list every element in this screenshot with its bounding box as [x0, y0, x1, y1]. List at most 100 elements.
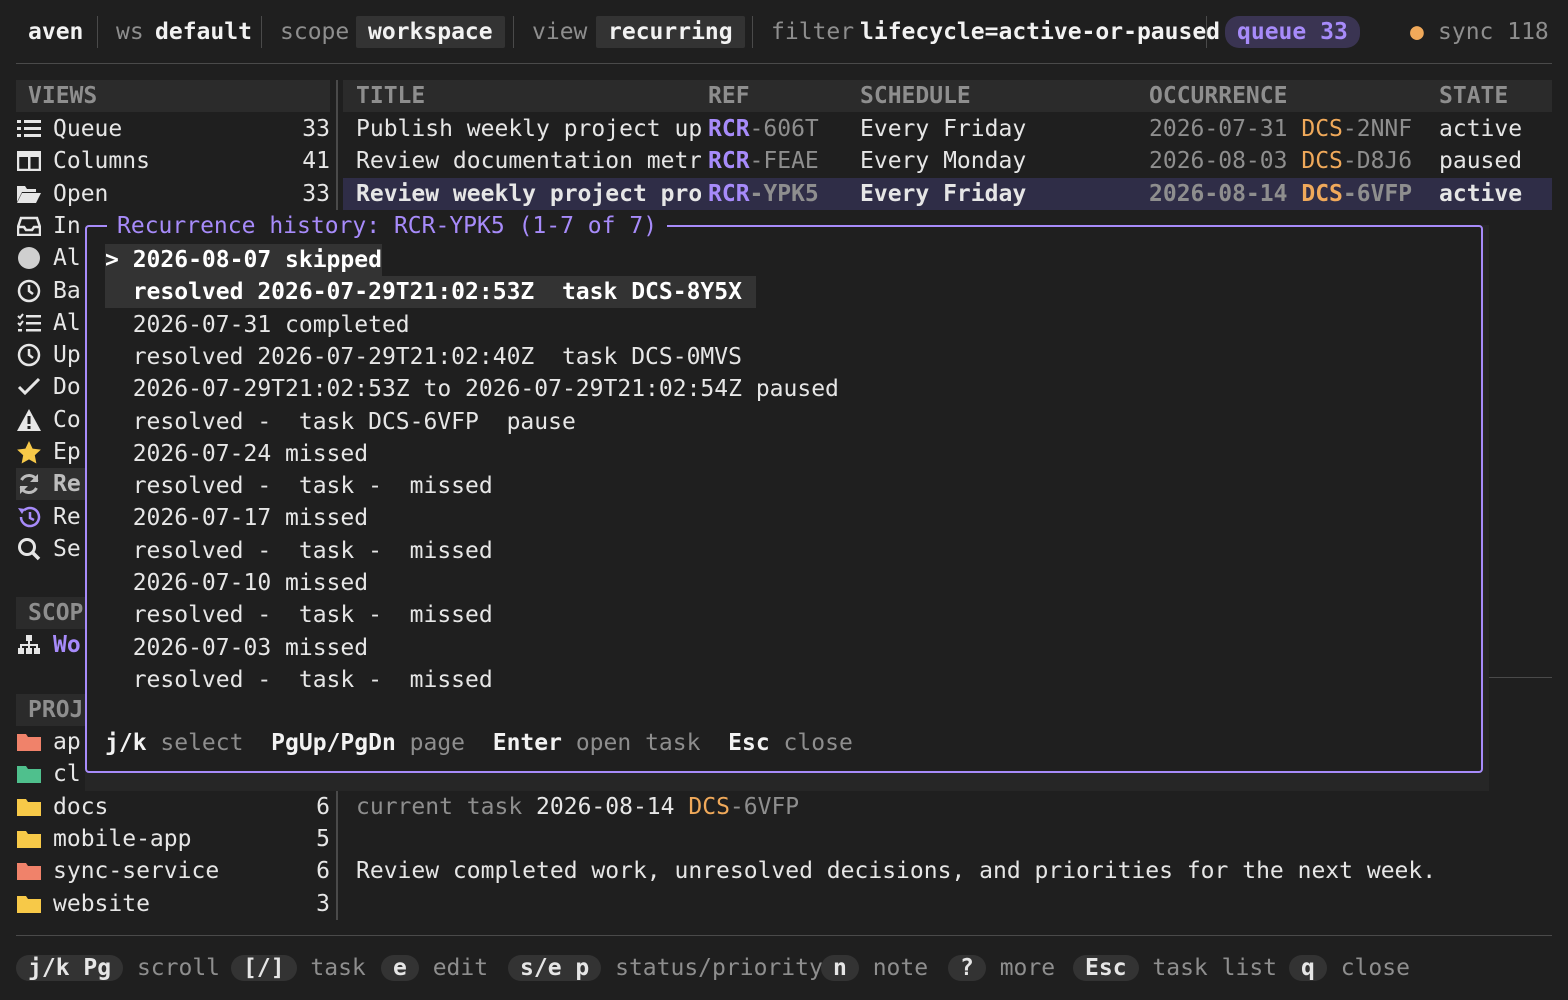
modal-title: Recurrence history: RCR-YPK5 (1-7 of 7): [107, 210, 668, 242]
sidebar-view-label: Queue: [53, 116, 123, 142]
history-entry[interactable]: 2026-07-24 missed: [105, 438, 368, 470]
project-count: 6: [316, 793, 330, 820]
checklist-icon: [16, 311, 42, 335]
project-item[interactable]: docs 6: [16, 791, 330, 823]
sidebar-view-0[interactable]: Queue 33: [16, 113, 330, 145]
sync-status: sync 118: [1438, 19, 1549, 45]
footer-key: s/e p: [508, 955, 602, 981]
footer-label: scroll: [123, 955, 221, 981]
clock-icon: [16, 279, 42, 303]
project-label: ap: [53, 729, 81, 755]
sidebar-view-label: In: [53, 212, 81, 239]
row-occurrence: 2026-07-31 DCS-2NNF: [1149, 116, 1413, 142]
app-name: aven: [28, 19, 84, 45]
history-entry[interactable]: 2026-07-31 completed: [105, 309, 410, 341]
history-entry[interactable]: resolved 2026-07-29T21:02:40Z task DCS-0…: [105, 341, 742, 373]
footer-label: task: [296, 955, 366, 981]
footer-hint[interactable]: Esc task list: [1073, 952, 1277, 984]
col-schedule[interactable]: SCHEDULE: [860, 80, 971, 112]
modal-hints: j/k select PgUp/PgDn page Enter open tas…: [105, 727, 853, 759]
row-state: active: [1439, 180, 1523, 207]
row-title: Publish weekly project upda: [356, 116, 701, 142]
row-title: Review documentation metric: [356, 148, 701, 175]
history-entry[interactable]: 2026-07-10 missed: [105, 567, 368, 599]
warning-icon: [16, 408, 42, 432]
sidebar-view-2[interactable]: Open 33: [16, 178, 330, 210]
list-icon: [16, 117, 42, 141]
view-value[interactable]: recurring: [596, 16, 745, 48]
table-row[interactable]: Review weekly project progr RCR-YPK5 Every…: [343, 177, 1552, 210]
queue-badge[interactable]: queue 33: [1225, 16, 1360, 48]
row-occurrence: 2026-08-14 DCS-6VFP: [1149, 180, 1413, 207]
current-task-line[interactable]: current task 2026-08-14 DCS-6VFP: [356, 791, 799, 823]
task-description: Review completed work, unresolved decisi…: [356, 858, 1437, 884]
folder-icon: [16, 762, 42, 786]
history-entry[interactable]: > 2026-08-07 skipped: [105, 244, 382, 276]
folder-icon: [16, 892, 42, 916]
sidebar-view-label: Up: [53, 342, 81, 369]
sidebar-view-label: Re: [53, 471, 81, 498]
history-entry[interactable]: resolved - task - missed: [105, 470, 493, 502]
footer-label: task list: [1138, 955, 1278, 981]
sidebar-view-count: 33: [302, 180, 330, 207]
columns-icon: [16, 149, 42, 173]
history-entry[interactable]: 2026-07-17 missed: [105, 502, 368, 534]
row-ref: RCR-FEAE: [708, 148, 819, 175]
footer-hint[interactable]: s/e p status/priority: [508, 952, 823, 984]
history-entry[interactable]: resolved - task - missed: [105, 664, 493, 696]
history-entry[interactable]: 2026-07-03 missed: [105, 632, 368, 664]
refresh-icon: [16, 472, 42, 496]
footer-hint[interactable]: q close: [1289, 952, 1410, 984]
sidebar-view-label: Se: [53, 535, 81, 562]
history-entry[interactable]: 2026-07-29T21:02:53Z to 2026-07-29T21:02…: [105, 373, 839, 405]
sidebar-view-count: 41: [302, 148, 330, 175]
workspace-value[interactable]: default: [155, 16, 252, 48]
col-title[interactable]: TITLE: [356, 80, 425, 112]
row-title: Review weekly project progr: [356, 180, 701, 207]
row-schedule: Every Friday: [860, 180, 1027, 207]
project-item[interactable]: sync-service 6: [16, 855, 330, 887]
project-label: sync-service: [53, 858, 220, 885]
footer-key: [/]: [231, 955, 297, 981]
project-label: cl: [53, 761, 81, 788]
scope-value[interactable]: workspace: [356, 16, 505, 48]
table-row[interactable]: Publish weekly project upda RCR-606T Every…: [343, 113, 1552, 145]
table-row[interactable]: Review documentation metric RCR-FEAE Every…: [343, 145, 1552, 177]
footer-label: more: [985, 955, 1056, 981]
footer-hint[interactable]: n note: [821, 952, 928, 984]
filter-value[interactable]: lifecycle=active-or-paused: [860, 16, 1220, 48]
col-occurrence[interactable]: OCCURRENCE: [1149, 80, 1287, 112]
row-schedule: Every Monday: [860, 148, 1027, 175]
history-entry[interactable]: resolved - task - missed: [105, 535, 493, 567]
row-ref: RCR-606T: [708, 116, 819, 142]
project-label: mobile-app: [53, 825, 192, 852]
folder-icon: [16, 859, 42, 883]
row-state: paused: [1439, 148, 1523, 175]
footer-hint[interactable]: ? more: [948, 952, 1055, 984]
history-entry[interactable]: resolved 2026-07-29T21:02:53Z task DCS-8…: [105, 276, 756, 309]
folder-icon: [16, 730, 42, 754]
footer-label: close: [1326, 955, 1410, 981]
footer-hint[interactable]: [/] task: [231, 952, 366, 984]
col-ref[interactable]: REF: [708, 80, 750, 112]
project-label: website: [53, 890, 150, 917]
sidebar-view-label: Al: [53, 245, 81, 272]
footer-hint[interactable]: e edit: [381, 952, 488, 984]
history-entry[interactable]: resolved - task DCS-6VFP pause: [105, 406, 576, 438]
footer-key: ?: [948, 955, 986, 981]
footer-key: n: [821, 955, 859, 981]
project-item[interactable]: website 3: [16, 888, 330, 920]
sidebar-view-label: Ep: [53, 439, 81, 465]
hint-label: select: [146, 730, 272, 756]
project-item[interactable]: mobile-app 5: [16, 823, 330, 855]
footer-label: edit: [418, 955, 489, 981]
check-icon: [16, 375, 42, 399]
footer-label: note: [858, 955, 929, 981]
history-icon: [16, 505, 42, 529]
sidebar-view-1[interactable]: Columns 41: [16, 145, 330, 177]
history-entry[interactable]: resolved - task - missed: [105, 599, 493, 631]
col-state[interactable]: STATE: [1439, 80, 1508, 112]
hint-label: close: [769, 730, 853, 756]
footer-hint[interactable]: j/k Pg scroll: [16, 952, 220, 984]
circle-icon: [16, 246, 42, 270]
